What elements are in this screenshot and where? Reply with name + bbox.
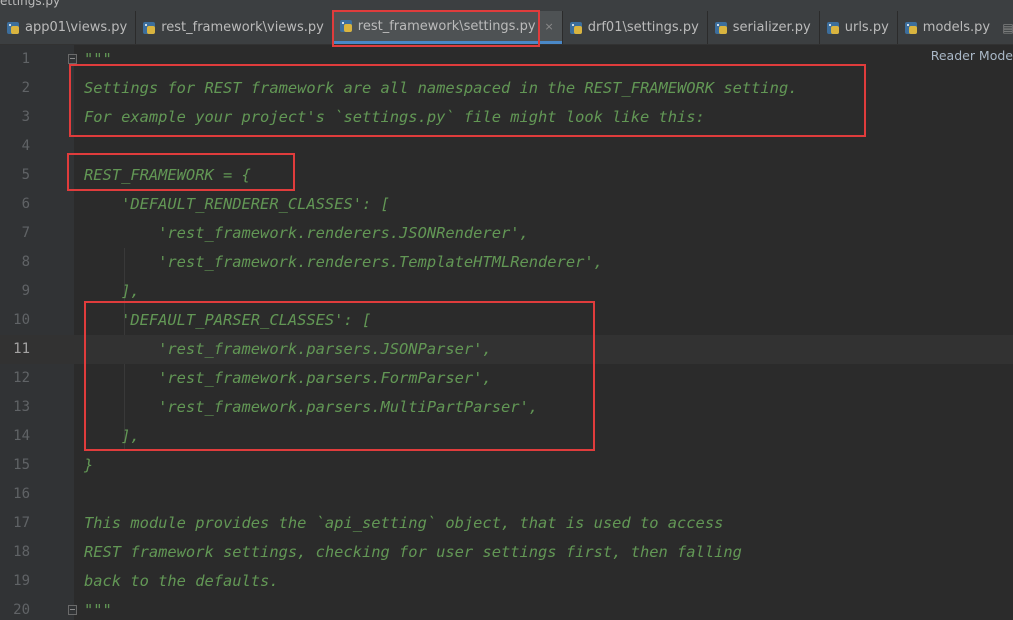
close-tab-icon[interactable]: × xyxy=(545,20,554,33)
tab-label: app01\views.py xyxy=(25,20,128,35)
line-number: 11 xyxy=(13,341,30,357)
code-line: 7 'rest_framework.renderers.JSONRenderer… xyxy=(0,219,1013,248)
code-text: """ xyxy=(84,601,112,619)
tab-label: models.py xyxy=(922,20,991,35)
reader-mode-toggle[interactable]: Reader Mode xyxy=(931,48,1013,63)
line-number: 9 xyxy=(21,283,30,299)
code-text: This module provides the `api_setting` o… xyxy=(84,514,724,532)
line-number: 1 xyxy=(21,51,30,67)
annotation-box-rest-framework xyxy=(67,153,295,191)
python-file-icon xyxy=(143,21,156,34)
code-line: 19 back to the defaults. xyxy=(0,567,1013,596)
code-text: REST framework settings, checking for us… xyxy=(84,543,742,561)
code-line: 16 xyxy=(0,480,1013,509)
tab-app01-views[interactable]: app01\views.py xyxy=(0,11,135,44)
python-file-icon xyxy=(714,21,727,34)
tab-rest-framework-views[interactable]: rest_framework\views.py xyxy=(136,11,332,44)
code-line: 6 'DEFAULT_RENDERER_CLASSES': [ xyxy=(0,190,1013,219)
line-number: 18 xyxy=(13,544,30,560)
annotation-box-parser-classes xyxy=(84,301,595,451)
fold-marker-icon[interactable] xyxy=(68,605,77,615)
line-number: 13 xyxy=(13,399,30,415)
code-line: 8 'rest_framework.renderers.TemplateHTML… xyxy=(0,248,1013,277)
python-file-icon xyxy=(826,21,839,34)
line-number: 14 xyxy=(13,428,30,444)
tab-overflow-icon[interactable]: ▤ xyxy=(1002,11,1013,44)
code-text: 'DEFAULT_RENDERER_CLASSES': [ xyxy=(84,195,390,213)
code-text: back to the defaults. xyxy=(84,572,279,590)
code-line: 15 } xyxy=(0,451,1013,480)
python-file-icon xyxy=(569,21,582,34)
code-line: 18 REST framework settings, checking for… xyxy=(0,538,1013,567)
tab-models[interactable]: models.py xyxy=(898,11,998,44)
line-number: 20 xyxy=(13,602,30,618)
line-number: 7 xyxy=(21,225,30,241)
line-number: 15 xyxy=(13,457,30,473)
code-text: } xyxy=(84,456,94,474)
code-line: 20 """ xyxy=(0,596,1013,620)
code-line: 17 This module provides the `api_setting… xyxy=(0,509,1013,538)
code-text: 'rest_framework.renderers.JSONRenderer', xyxy=(84,224,529,242)
line-number: 4 xyxy=(21,138,30,154)
tab-label: urls.py xyxy=(844,20,889,35)
python-file-icon xyxy=(904,21,917,34)
code-text: 'rest_framework.renderers.TemplateHTMLRe… xyxy=(84,253,603,271)
annotation-box-active-tab xyxy=(332,10,540,47)
window-title: ettings.py xyxy=(0,0,61,8)
tab-label: drf01\settings.py xyxy=(587,20,699,35)
tab-label: rest_framework\views.py xyxy=(161,20,324,35)
fold-marker-icon[interactable] xyxy=(68,54,77,64)
python-file-icon xyxy=(7,21,19,34)
annotation-box-docstring xyxy=(69,64,866,137)
tab-serializer[interactable]: serializer.py xyxy=(708,11,819,44)
tab-urls[interactable]: urls.py xyxy=(820,11,897,44)
line-number: 12 xyxy=(13,370,30,386)
line-number: 8 xyxy=(21,254,30,270)
tab-drf01-settings[interactable]: drf01\settings.py xyxy=(563,11,707,44)
line-number: 19 xyxy=(13,573,30,589)
line-number: 5 xyxy=(21,167,30,183)
line-number: 10 xyxy=(13,312,30,328)
line-number: 16 xyxy=(13,486,30,502)
line-number: 3 xyxy=(21,109,30,125)
line-number: 2 xyxy=(21,80,30,96)
tab-label: serializer.py xyxy=(732,20,811,35)
line-number: 6 xyxy=(21,196,30,212)
line-number: 17 xyxy=(13,515,30,531)
